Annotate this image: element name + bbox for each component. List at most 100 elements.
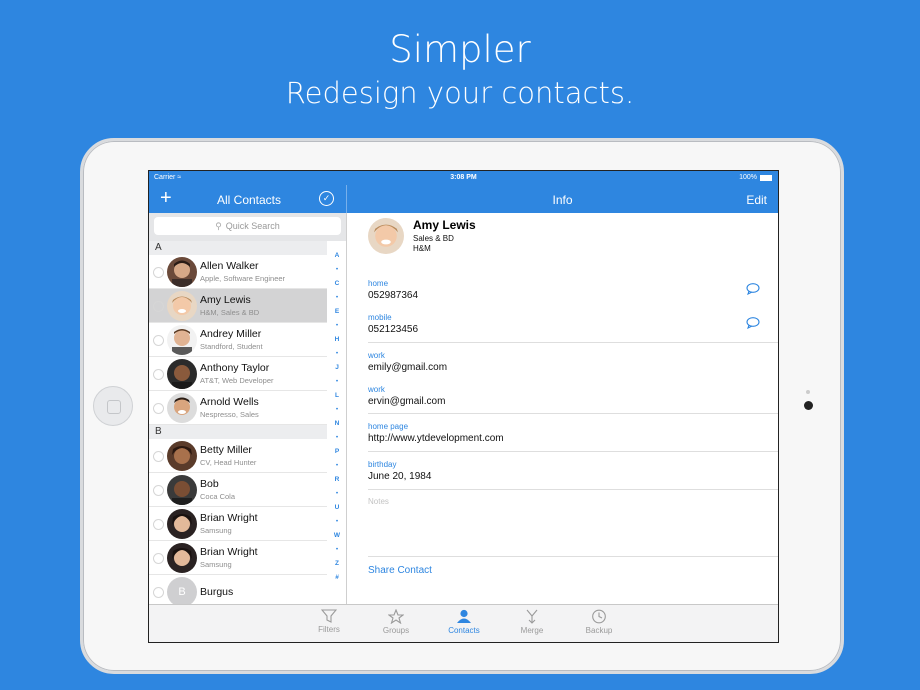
quick-search-input[interactable]: ⚲ Quick Search xyxy=(154,217,341,235)
select-circle[interactable] xyxy=(153,587,164,598)
select-circle[interactable] xyxy=(153,403,164,414)
nav-bar: + All Contacts ✓ Info Edit xyxy=(149,185,778,213)
star-icon xyxy=(388,609,404,624)
search-bar: ⚲ Quick Search xyxy=(149,213,346,241)
avatar-initial: B xyxy=(167,577,197,606)
sensor-dot xyxy=(806,390,810,394)
select-circle[interactable] xyxy=(153,485,164,496)
index-entry[interactable]: L xyxy=(330,389,344,403)
avatar xyxy=(167,393,197,423)
add-contact-button[interactable]: + xyxy=(160,187,172,209)
index-entry[interactable]: # xyxy=(330,571,344,585)
index-entry[interactable]: J xyxy=(330,361,344,375)
avatar xyxy=(167,325,197,355)
select-circle[interactable] xyxy=(153,369,164,380)
info-title: Info xyxy=(552,193,573,207)
index-entry[interactable]: • xyxy=(330,515,344,529)
select-circle[interactable] xyxy=(153,451,164,462)
index-entry[interactable]: • xyxy=(330,291,344,305)
contact-name: Burgus xyxy=(200,586,234,598)
index-entry[interactable]: • xyxy=(330,487,344,501)
contact-subtitle: H&M, Sales & BD xyxy=(200,308,260,317)
homepage-label: home page xyxy=(368,422,409,431)
hero-subtitle: Redesign your contacts. xyxy=(285,76,635,110)
tab-label: Merge xyxy=(520,626,544,635)
index-entry[interactable]: C xyxy=(330,277,344,291)
contact-subtitle: Standford, Student xyxy=(200,342,263,351)
contact-row[interactable]: Amy Lewis H&M, Sales & BD xyxy=(149,289,327,323)
phone-mobile-value[interactable]: 052123456 xyxy=(368,324,418,335)
contact-row[interactable]: Brian Wright Samsung xyxy=(149,541,327,575)
contact-subtitle: CV, Head Hunter xyxy=(200,458,257,467)
separator xyxy=(368,413,778,414)
tab-filters[interactable]: Filters xyxy=(304,609,354,634)
contact-row[interactable]: Andrey Miller Standford, Student xyxy=(149,323,327,357)
contact-subtitle: Coca Cola xyxy=(200,492,236,501)
index-entry[interactable]: A xyxy=(330,249,344,263)
avatar xyxy=(167,509,197,539)
index-entry[interactable]: • xyxy=(330,543,344,557)
contact-row[interactable]: Arnold Wells Nespresso, Sales xyxy=(149,391,327,425)
message-icon[interactable] xyxy=(746,317,760,329)
select-mode-check-icon[interactable]: ✓ xyxy=(319,191,334,206)
index-entry[interactable]: P xyxy=(330,445,344,459)
tab-merge[interactable]: Merge xyxy=(507,609,557,635)
tab-label: Contacts xyxy=(448,626,480,635)
index-entry[interactable]: • xyxy=(330,347,344,361)
contact-row[interactable]: B Burgus xyxy=(149,575,327,606)
index-entry[interactable]: N xyxy=(330,417,344,431)
index-entry[interactable]: U xyxy=(330,501,344,515)
avatar xyxy=(167,257,197,287)
select-circle[interactable] xyxy=(153,267,164,278)
notes-field[interactable]: Notes xyxy=(368,497,389,506)
birthday-value: June 20, 1984 xyxy=(368,471,432,482)
index-entry[interactable]: R xyxy=(330,473,344,487)
contact-detail-pane: Amy Lewis Sales & BD H&M home 052987364 … xyxy=(347,213,778,606)
tab-groups[interactable]: Groups xyxy=(371,609,421,635)
contact-row[interactable]: Betty Miller CV, Head Hunter xyxy=(149,439,327,473)
alphabet-index[interactable]: A • C • E • H • J • L • N • P • R • U • … xyxy=(330,249,344,589)
email-work-value[interactable]: emily@gmail.com xyxy=(368,362,447,373)
status-bar: Carrier ≈ 3:08 PM 100% xyxy=(149,171,778,185)
index-entry[interactable]: • xyxy=(330,431,344,445)
email-work-label: work xyxy=(368,351,385,360)
separator xyxy=(368,342,778,343)
contact-subtitle: Samsung xyxy=(200,560,232,569)
homepage-value[interactable]: http://www.ytdevelopment.com xyxy=(368,433,504,444)
avatar xyxy=(167,475,197,505)
status-time: 3:08 PM xyxy=(450,174,477,181)
filter-icon xyxy=(321,609,337,623)
message-icon[interactable] xyxy=(746,283,760,295)
separator xyxy=(368,556,778,557)
index-entry[interactable]: E xyxy=(330,305,344,319)
section-header-b: B xyxy=(149,425,327,439)
edit-button[interactable]: Edit xyxy=(746,193,767,207)
select-circle[interactable] xyxy=(153,301,164,312)
index-entry[interactable]: • xyxy=(330,263,344,277)
index-entry[interactable]: H xyxy=(330,333,344,347)
avatar xyxy=(167,359,197,389)
hero-title: Simpler xyxy=(389,28,531,71)
index-entry[interactable]: • xyxy=(330,403,344,417)
merge-icon xyxy=(526,609,538,624)
contact-row[interactable]: Allen Walker Apple, Software Engineer xyxy=(149,255,327,289)
contact-row[interactable]: Bob Coca Cola xyxy=(149,473,327,507)
index-entry[interactable]: W xyxy=(330,529,344,543)
email-work-value[interactable]: ervin@gmail.com xyxy=(368,396,445,407)
select-circle[interactable] xyxy=(153,519,164,530)
tab-backup[interactable]: Backup xyxy=(574,609,624,635)
index-entry[interactable]: • xyxy=(330,319,344,333)
share-contact-button[interactable]: Share Contact xyxy=(368,565,432,576)
select-circle[interactable] xyxy=(153,553,164,564)
contact-row[interactable]: Anthony Taylor AT&T, Web Developer xyxy=(149,357,327,391)
tab-contacts[interactable]: Contacts xyxy=(439,609,489,635)
tab-bar: Filters Groups Contacts Merge Backup xyxy=(149,604,778,642)
index-entry[interactable]: Z xyxy=(330,557,344,571)
contact-row[interactable]: Brian Wright Samsung xyxy=(149,507,327,541)
select-circle[interactable] xyxy=(153,335,164,346)
index-entry[interactable]: • xyxy=(330,459,344,473)
contact-name: Brian Wright xyxy=(200,546,258,558)
index-entry[interactable]: • xyxy=(330,375,344,389)
phone-home-value[interactable]: 052987364 xyxy=(368,290,418,301)
home-button xyxy=(93,386,133,426)
